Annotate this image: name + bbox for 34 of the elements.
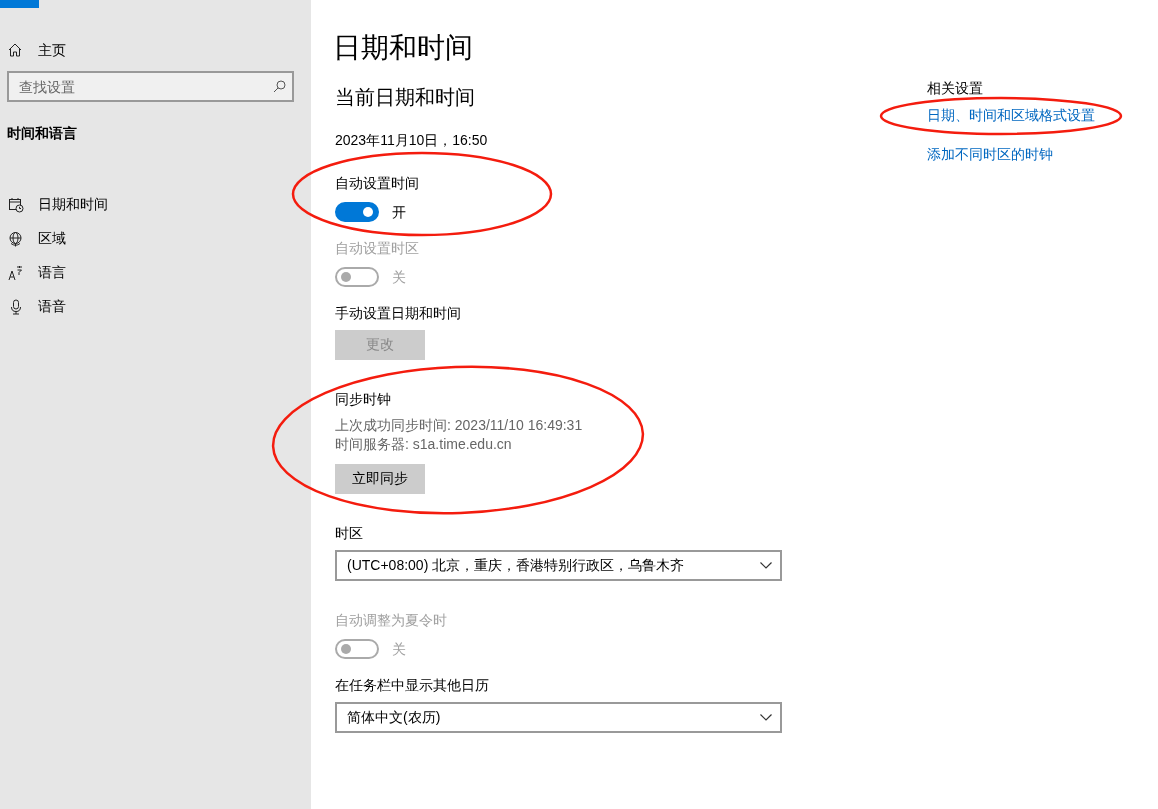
related-link[interactable]: 日期、时间和区域格式设置 (927, 105, 1095, 125)
accent-bar (0, 0, 39, 8)
section-title: 时间和语言 (7, 124, 78, 143)
setting-label: 手动设置日期和时间 (335, 304, 461, 323)
toggle-switch[interactable] (335, 202, 379, 222)
home-icon (8, 43, 22, 57)
sync-now-button[interactable]: 立即同步 (335, 464, 425, 494)
sync-info-text: 上次成功同步时间: 2023/11/10 16:49:31 (335, 416, 583, 435)
toggle-state-text: 开 (392, 203, 406, 222)
microphone-icon (8, 299, 24, 315)
page-title: 日期和时间 (333, 31, 473, 65)
setting-label: 时区 (335, 524, 363, 543)
setting-label: 自动设置时区 (335, 239, 419, 258)
setting-label: 在任务栏中显示其他日历 (335, 676, 489, 695)
section-heading: 当前日期和时间 (335, 85, 475, 110)
chevron-down-icon (760, 714, 772, 721)
setting-label: 自动调整为夏令时 (335, 611, 447, 630)
current-datetime: 2023年11月10日，16:50 (335, 131, 488, 150)
globe-icon (8, 231, 24, 247)
related-link[interactable]: 添加不同时区的时钟 (927, 144, 1053, 164)
toggle-state-text: 关 (392, 268, 406, 287)
sync-info-text: 时间服务器: s1a.time.edu.cn (335, 435, 512, 454)
setting-label: 同步时钟 (335, 390, 391, 409)
home-link[interactable]: 主页 (8, 40, 66, 60)
dropdown[interactable]: 简体中文(农历) (335, 702, 782, 733)
setting-label: 自动设置时间 (335, 174, 419, 193)
search-field[interactable]: 查找设置 (7, 71, 294, 102)
search-icon (273, 80, 286, 93)
dropdown[interactable]: (UTC+08:00) 北京，重庆，香港特别行政区，乌鲁木齐 (335, 550, 782, 581)
calendar-clock-icon (8, 197, 24, 213)
language-icon (8, 265, 24, 281)
chevron-down-icon (760, 562, 772, 569)
toggle-state-text: 关 (392, 640, 406, 659)
related-settings-title: 相关设置 (927, 79, 984, 98)
